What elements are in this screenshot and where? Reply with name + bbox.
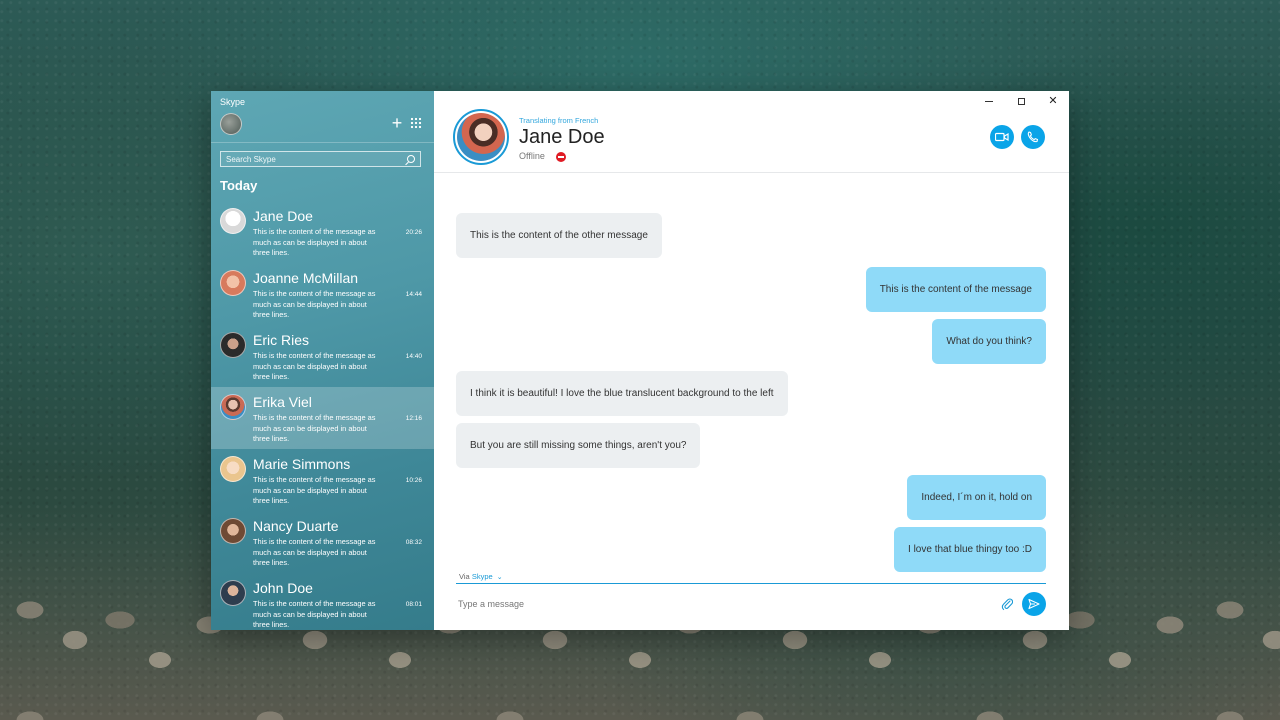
- conversation-preview: This is the content of the message as mu…: [253, 599, 376, 629]
- maximize-button[interactable]: [1005, 91, 1037, 111]
- send-button[interactable]: [1022, 592, 1046, 616]
- add-icon[interactable]: +: [389, 114, 405, 132]
- voice-call-button[interactable]: [1021, 125, 1045, 149]
- conversation-name: Nancy Duarte: [253, 518, 339, 534]
- sidebar: Skype + Today Jane Doe This is the conte…: [211, 91, 434, 630]
- dialpad-icon[interactable]: [410, 117, 422, 129]
- send-icon: [1028, 598, 1040, 610]
- search-input[interactable]: [226, 154, 407, 164]
- conversation-preview: This is the content of the message as mu…: [253, 413, 376, 443]
- conversation-item[interactable]: Jane Doe This is the content of the mess…: [211, 201, 434, 263]
- conversation-time: 08:32: [405, 539, 422, 546]
- conversation-name: Erika Viel: [253, 394, 312, 410]
- search-icon[interactable]: [407, 155, 415, 163]
- app-title: Skype: [220, 97, 246, 107]
- conversation-preview: This is the content of the message as mu…: [253, 537, 376, 567]
- avatar: [220, 580, 246, 606]
- conversation-preview: This is the content of the message as mu…: [253, 289, 376, 319]
- message-outgoing: This is the content of the message: [865, 267, 1046, 312]
- conversation-preview: This is the content of the message as mu…: [253, 351, 376, 381]
- conversation-preview: This is the content of the message as mu…: [253, 475, 376, 505]
- maximize-icon: [1017, 97, 1025, 105]
- offline-status-icon: [556, 152, 566, 162]
- message-outgoing: I love that blue thingy too :D: [894, 527, 1046, 572]
- conversation-item[interactable]: Marie Simmons This is the content of the…: [211, 449, 434, 511]
- message-outgoing: What do you think?: [932, 319, 1046, 364]
- contact-status: Offline: [519, 151, 545, 161]
- window-controls: ✕: [973, 91, 1069, 111]
- minimize-button[interactable]: [973, 91, 1005, 111]
- paperclip-icon: [1001, 598, 1013, 611]
- conversation-item[interactable]: John Doe This is the content of the mess…: [211, 573, 434, 630]
- avatar: [220, 208, 246, 234]
- message-incoming: This is the content of the other message: [456, 213, 662, 258]
- attach-button[interactable]: [999, 594, 1015, 614]
- conversation-name: Marie Simmons: [253, 456, 351, 472]
- avatar: [220, 456, 246, 482]
- conversation-name: John Doe: [253, 580, 313, 596]
- avatar: [220, 518, 246, 544]
- video-call-button[interactable]: [990, 125, 1014, 149]
- conversation-item[interactable]: Eric Ries This is the content of the mes…: [211, 325, 434, 387]
- conversation-name: Jane Doe: [253, 208, 313, 224]
- via-selector[interactable]: Via Skype ⌄: [459, 572, 503, 581]
- conversation-time: 10:26: [405, 477, 422, 484]
- conversation-name: Joanne McMillan: [253, 270, 359, 286]
- my-profile-avatar[interactable]: [220, 113, 242, 135]
- section-heading-today: Today: [220, 178, 258, 193]
- compose-divider: [456, 583, 1046, 584]
- conversation-list: Jane Doe This is the content of the mess…: [211, 201, 434, 630]
- avatar: [220, 332, 246, 358]
- search-box[interactable]: [220, 151, 421, 167]
- close-icon: ✕: [1048, 94, 1058, 107]
- contact-avatar[interactable]: [453, 109, 509, 165]
- close-button[interactable]: ✕: [1037, 91, 1069, 111]
- message-outgoing: Indeed, I´m on it, hold on: [907, 475, 1046, 520]
- conversation-name: Eric Ries: [253, 332, 310, 348]
- message-incoming: I think it is beautiful! I love the blue…: [456, 371, 788, 416]
- phone-icon: [1027, 131, 1039, 143]
- via-service[interactable]: Skype: [472, 572, 493, 581]
- chat-pane: Translating from French Jane Doe Offline…: [434, 91, 1069, 630]
- via-prefix: Via: [459, 572, 470, 581]
- conversation-time: 08:01: [405, 601, 422, 608]
- sidebar-divider: [211, 142, 434, 143]
- skype-window: Skype + Today Jane Doe This is the conte…: [211, 91, 1069, 630]
- minimize-icon: [985, 100, 993, 102]
- conversation-preview: This is the content of the message as mu…: [253, 227, 376, 257]
- message-incoming: But you are still missing some things, a…: [456, 423, 701, 468]
- conversation-time: 12:16: [405, 415, 422, 422]
- conversation-item[interactable]: Nancy Duarte This is the content of the …: [211, 511, 434, 573]
- conversation-item-selected[interactable]: Erika Viel This is the content of the me…: [211, 387, 434, 449]
- avatar: [220, 270, 246, 296]
- chevron-down-icon[interactable]: ⌄: [497, 574, 503, 581]
- contact-name: Jane Doe: [519, 126, 605, 148]
- conversation-time: 14:44: [405, 291, 422, 298]
- translating-label: Translating from French: [519, 116, 599, 125]
- message-input[interactable]: [458, 594, 978, 614]
- conversation-time: 20:26: [405, 229, 422, 236]
- video-camera-icon: [995, 132, 1009, 142]
- conversation-time: 14:40: [405, 353, 422, 360]
- avatar: [220, 394, 246, 420]
- conversation-item[interactable]: Joanne McMillan This is the content of t…: [211, 263, 434, 325]
- message-list: This is the content of the other message…: [434, 173, 1069, 573]
